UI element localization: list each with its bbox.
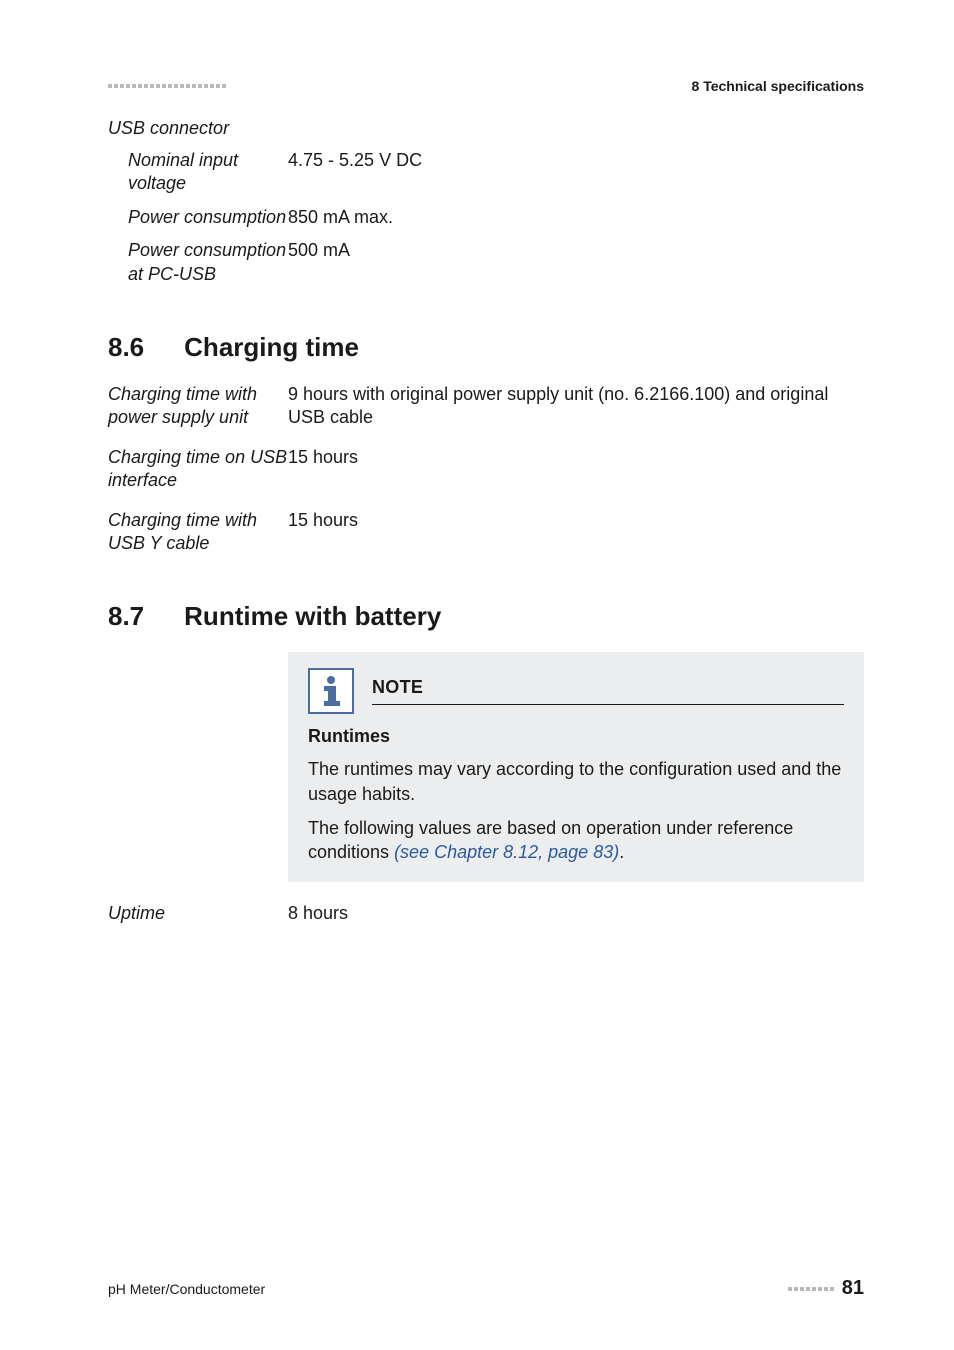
note-rule bbox=[372, 704, 844, 705]
spec-value: 8 hours bbox=[288, 902, 864, 925]
note-subheading: Runtimes bbox=[308, 726, 844, 747]
section-title: Charging time bbox=[184, 332, 359, 363]
footer-dashes bbox=[788, 1287, 836, 1291]
spec-label: Charging time on USB interface bbox=[108, 446, 288, 493]
note-title: NOTE bbox=[372, 677, 844, 698]
spec-label: Power consumption bbox=[128, 206, 288, 229]
info-icon bbox=[308, 668, 354, 714]
section-8-7-heading: 8.7 Runtime with battery bbox=[108, 601, 864, 632]
page-footer: pH Meter/Conductometer 81 bbox=[108, 1277, 864, 1300]
spec-label: Nominal input voltage bbox=[128, 149, 288, 196]
note-head: NOTE bbox=[308, 668, 844, 714]
spec-value: 15 hours bbox=[288, 509, 864, 532]
section-8-6-heading: 8.6 Charging time bbox=[108, 332, 864, 363]
section-title: Runtime with battery bbox=[184, 601, 441, 632]
header-chapter: 8 Technical specifications bbox=[692, 78, 864, 94]
spec-label: Charging time with power supply unit bbox=[108, 383, 288, 430]
spec-value: 850 mA max. bbox=[288, 206, 864, 229]
header-dashes bbox=[108, 84, 228, 88]
spec-label: Charging time with USB Y cable bbox=[108, 509, 288, 556]
note-cross-ref-link[interactable]: (see Chapter 8.12, page 83) bbox=[394, 842, 619, 862]
spec-row: Nominal input voltage 4.75 - 5.25 V DC bbox=[108, 149, 864, 196]
note-body-2-post: . bbox=[619, 842, 624, 862]
spec-label: Uptime bbox=[108, 902, 288, 925]
spec-row: Charging time on USB interface 15 hours bbox=[108, 446, 864, 493]
spec-value: 500 mA bbox=[288, 239, 864, 262]
page-number: 81 bbox=[842, 1277, 864, 1300]
section-number: 8.6 bbox=[108, 332, 144, 363]
note-body-1: The runtimes may vary according to the c… bbox=[308, 757, 844, 806]
footer-right: 81 bbox=[788, 1277, 864, 1300]
spec-row: Power consumption 850 mA max. bbox=[108, 206, 864, 229]
spec-value: 9 hours with original power supply unit … bbox=[288, 383, 864, 430]
note-body-2: The following values are based on operat… bbox=[308, 816, 844, 865]
spec-row: Charging time with USB Y cable 15 hours bbox=[108, 509, 864, 556]
page-header: 8 Technical specifications bbox=[108, 78, 864, 94]
section-number: 8.7 bbox=[108, 601, 144, 632]
spec-label: Power consumption at PC-USB bbox=[128, 239, 288, 286]
note-box: NOTE Runtimes The runtimes may vary acco… bbox=[288, 652, 864, 882]
spec-row: Charging time with power supply unit 9 h… bbox=[108, 383, 864, 430]
spec-value: 4.75 - 5.25 V DC bbox=[288, 149, 864, 172]
spec-row: Power consumption at PC-USB 500 mA bbox=[108, 239, 864, 286]
usb-connector-title: USB connector bbox=[108, 118, 864, 139]
uptime-row: Uptime 8 hours bbox=[108, 902, 864, 925]
spec-value: 15 hours bbox=[288, 446, 864, 469]
footer-left: pH Meter/Conductometer bbox=[108, 1281, 265, 1297]
